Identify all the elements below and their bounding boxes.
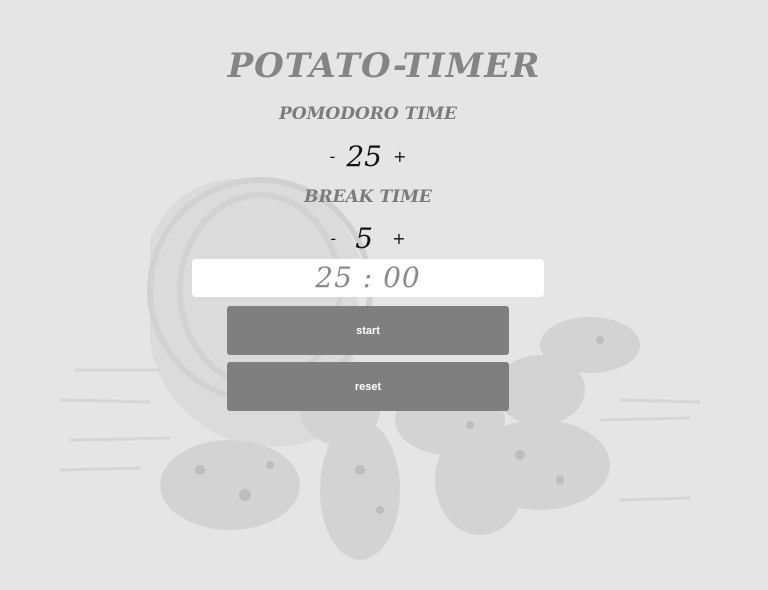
reset-button[interactable]: reset: [227, 362, 509, 411]
pomodoro-stepper: - 25 +: [0, 140, 736, 173]
potato-timer-app: POTATO-TIMER POMODORO TIME - 25 + BREAK …: [0, 0, 768, 590]
break-value: 5: [355, 222, 374, 255]
pomodoro-decrement-button[interactable]: -: [323, 147, 341, 166]
break-stepper: - 5 +: [0, 222, 736, 255]
timer-display: 25 : 00: [192, 259, 544, 297]
break-decrement-button[interactable]: -: [324, 229, 342, 248]
start-button[interactable]: start: [227, 306, 509, 355]
pomodoro-increment-button[interactable]: +: [387, 147, 412, 166]
break-increment-button[interactable]: +: [386, 229, 411, 248]
pomodoro-value: 25: [346, 140, 382, 173]
app-title: POTATO-TIMER: [227, 46, 541, 86]
pomodoro-time-label: POMODORO TIME: [278, 104, 457, 124]
break-time-label: BREAK TIME: [304, 187, 432, 207]
